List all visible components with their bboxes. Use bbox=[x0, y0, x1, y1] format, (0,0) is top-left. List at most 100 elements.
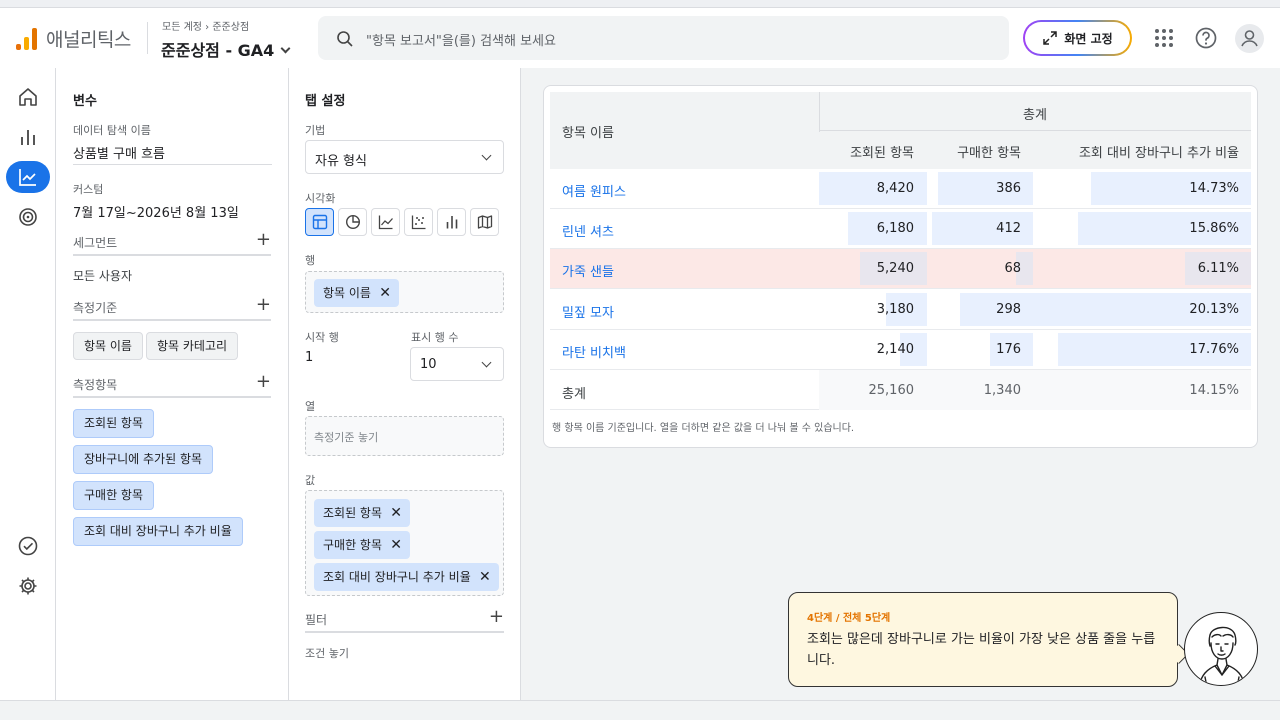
start-row-label: 시작 행 bbox=[305, 331, 339, 344]
start-row-value[interactable]: 1 bbox=[305, 350, 313, 365]
explore-icon[interactable] bbox=[6, 161, 50, 193]
property-selector[interactable]: 준준상점 - GA4 bbox=[161, 37, 291, 61]
apps-icon[interactable] bbox=[1150, 24, 1178, 52]
guide-character-icon bbox=[1198, 626, 1246, 685]
chevron-down-icon bbox=[481, 150, 492, 161]
bottom-strip bbox=[0, 700, 1280, 720]
search-icon bbox=[337, 31, 353, 47]
technique-label: 기법 bbox=[305, 124, 326, 137]
metric-chip[interactable]: 조회된 항목 bbox=[73, 409, 155, 438]
item-name-link[interactable]: 여름 원피스 bbox=[562, 181, 626, 200]
table-row[interactable]: 밀짚 모자 3,180 298 20.13% bbox=[550, 290, 1251, 330]
column-header-views[interactable]: 조회된 항목 bbox=[819, 142, 914, 161]
table-header: 항목 이름 총계 조회된 항목 구매한 항목 조회 대비 장바구니 추가 비율 bbox=[550, 92, 1251, 169]
map-viz-icon[interactable] bbox=[470, 208, 499, 236]
dimension-header[interactable]: 항목 이름 bbox=[562, 122, 614, 141]
value-chip[interactable]: 조회 대비 장바구니 추가 비율 ✕ bbox=[314, 563, 499, 591]
add-segment-plus-icon[interactable]: + bbox=[256, 230, 271, 250]
metric-chip[interactable]: 장바구니에 추가된 항목 bbox=[73, 445, 214, 474]
segment-item[interactable]: 모든 사용자 bbox=[73, 267, 132, 284]
table-footnote: 행 항목 이름 기준입니다. 열을 더하면 같은 값을 더 나눠 볼 수 있습니… bbox=[552, 423, 855, 434]
close-icon[interactable]: ✕ bbox=[379, 279, 391, 307]
total-cart-rate: 14.15% bbox=[1189, 383, 1239, 398]
totals-group-header: 총계 bbox=[1023, 108, 1047, 123]
cart-rate-value: 20.13% bbox=[1189, 302, 1239, 317]
dimensions-section: 측정기준 + bbox=[73, 295, 271, 321]
views-value: 3,180 bbox=[876, 302, 914, 317]
segments-section: 세그먼트 + bbox=[73, 230, 271, 256]
dimension-chip[interactable]: 항목 카테고리 bbox=[146, 332, 239, 360]
item-name-link[interactable]: 가죽 샌들 bbox=[562, 261, 614, 280]
dimension-chip[interactable]: 항목 이름 bbox=[73, 332, 143, 360]
views-value: 2,140 bbox=[876, 342, 914, 357]
table-row[interactable]: 라탄 비치백 2,140 176 17.76% bbox=[550, 330, 1251, 370]
date-range-value[interactable]: 7월 17일~2026년 8월 13일 bbox=[73, 202, 239, 221]
advertising-icon[interactable] bbox=[6, 201, 50, 233]
line-viz-icon[interactable] bbox=[371, 208, 400, 236]
search-bar[interactable]: "항목 보고서"을(를) 검색해 보세요 bbox=[318, 16, 1009, 60]
table-row[interactable]: 여름 원피스 8,420 386 14.73% bbox=[550, 169, 1251, 209]
item-name-link[interactable]: 린넨 셔츠 bbox=[562, 221, 614, 240]
column-header-purchases[interactable]: 구매한 항목 bbox=[926, 142, 1021, 161]
technique-select[interactable]: 자유 형식 bbox=[305, 140, 504, 174]
close-icon[interactable]: ✕ bbox=[390, 499, 402, 527]
total-views: 25,160 bbox=[868, 383, 915, 398]
analytics-logo-icon[interactable] bbox=[16, 28, 38, 50]
tab-settings-panel: 탭 설정 기법 자유 형식 시각화 행 항목 이름 ✕ 시작 행 1 표시 행 … bbox=[289, 68, 521, 700]
columns-label: 열 bbox=[305, 400, 316, 413]
technique-value: 자유 형식 bbox=[315, 154, 367, 169]
value-chip[interactable]: 구매한 항목 ✕ bbox=[314, 531, 411, 559]
breadcrumb-property[interactable]: 준준상점 bbox=[212, 22, 249, 33]
guide-tooltip: 4단계 / 전체 5단계 조회는 많은데 장바구니로 가는 비율이 가장 낮은 … bbox=[788, 592, 1189, 687]
segments-title: 세그먼트 bbox=[73, 236, 118, 250]
show-rows-select[interactable]: 10 bbox=[410, 347, 504, 381]
metrics-title: 측정항목 bbox=[73, 378, 118, 392]
purchases-value: 68 bbox=[1004, 261, 1021, 276]
exploration-name-field[interactable]: 상품별 구매 흐름 bbox=[73, 143, 165, 162]
variables-panel: 변수 데이터 탐색 이름 상품별 구매 흐름 커스텀 7월 17일~2026년 … bbox=[57, 68, 289, 700]
donut-viz-icon[interactable] bbox=[338, 208, 367, 236]
date-range-label: 커스텀 bbox=[73, 183, 104, 196]
table-viz-icon[interactable] bbox=[305, 208, 334, 236]
metric-chip[interactable]: 구매한 항목 bbox=[73, 481, 155, 510]
settings-icon[interactable] bbox=[6, 570, 50, 602]
add-metric-plus-icon[interactable]: + bbox=[256, 372, 271, 392]
breadcrumb[interactable]: 모든 계정 › 준준상점 bbox=[162, 18, 249, 33]
table-row[interactable]: 가죽 샌들 5,240 68 6.11% bbox=[550, 249, 1251, 289]
bar-viz-icon[interactable] bbox=[437, 208, 466, 236]
add-filter-plus-icon[interactable]: + bbox=[489, 607, 504, 627]
chevron-down-icon bbox=[481, 357, 492, 368]
close-icon[interactable]: ✕ bbox=[390, 531, 402, 559]
scatter-viz-icon[interactable] bbox=[404, 208, 433, 236]
free-form-table-card: 항목 이름 총계 조회된 항목 구매한 항목 조회 대비 장바구니 추가 비율 … bbox=[543, 85, 1258, 448]
close-icon[interactable]: ✕ bbox=[479, 563, 491, 591]
check-icon[interactable] bbox=[6, 530, 50, 562]
home-icon[interactable] bbox=[6, 81, 50, 113]
visualization-label: 시각화 bbox=[305, 192, 336, 205]
table-row[interactable]: 린넨 셔츠 6,180 412 15.86% bbox=[550, 209, 1251, 249]
account-icon[interactable] bbox=[1235, 24, 1264, 53]
column-header-cart-rate[interactable]: 조회 대비 장바구니 추가 비율 bbox=[1032, 142, 1239, 161]
exploration-name-label: 데이터 탐색 이름 bbox=[73, 124, 151, 137]
columns-dropzone[interactable]: 측정기준 놓기 bbox=[305, 416, 504, 456]
tab-settings-title: 탭 설정 bbox=[305, 94, 346, 109]
item-name-link[interactable]: 밀짚 모자 bbox=[562, 302, 614, 321]
dimensions-title: 측정기준 bbox=[73, 301, 118, 315]
pin-screen-button[interactable]: 화면 고정 bbox=[1023, 20, 1132, 56]
exploration-name-underline bbox=[73, 164, 272, 165]
item-name-link[interactable]: 라탄 비치백 bbox=[562, 342, 626, 361]
nav-rail bbox=[0, 68, 56, 700]
filters-placeholder[interactable]: 조건 놓기 bbox=[305, 645, 349, 661]
brand-name[interactable]: 애널리틱스 bbox=[46, 25, 131, 52]
show-rows-label: 표시 행 수 bbox=[411, 331, 459, 344]
help-icon[interactable] bbox=[1192, 24, 1220, 52]
metric-chip[interactable]: 조회 대비 장바구니 추가 비율 bbox=[73, 517, 243, 546]
reports-icon[interactable] bbox=[6, 121, 50, 153]
values-dropzone[interactable]: 조회된 항목 ✕ 구매한 항목 ✕ 조회 대비 장바구니 추가 비율 ✕ bbox=[305, 490, 504, 596]
total-label: 총계 bbox=[562, 387, 586, 402]
value-chip[interactable]: 조회된 항목 ✕ bbox=[314, 499, 411, 527]
rows-chip[interactable]: 항목 이름 ✕ bbox=[314, 279, 399, 307]
rows-dropzone[interactable]: 항목 이름 ✕ bbox=[305, 271, 504, 313]
breadcrumb-account[interactable]: 모든 계정 bbox=[162, 22, 202, 33]
add-dimension-plus-icon[interactable]: + bbox=[256, 295, 271, 315]
